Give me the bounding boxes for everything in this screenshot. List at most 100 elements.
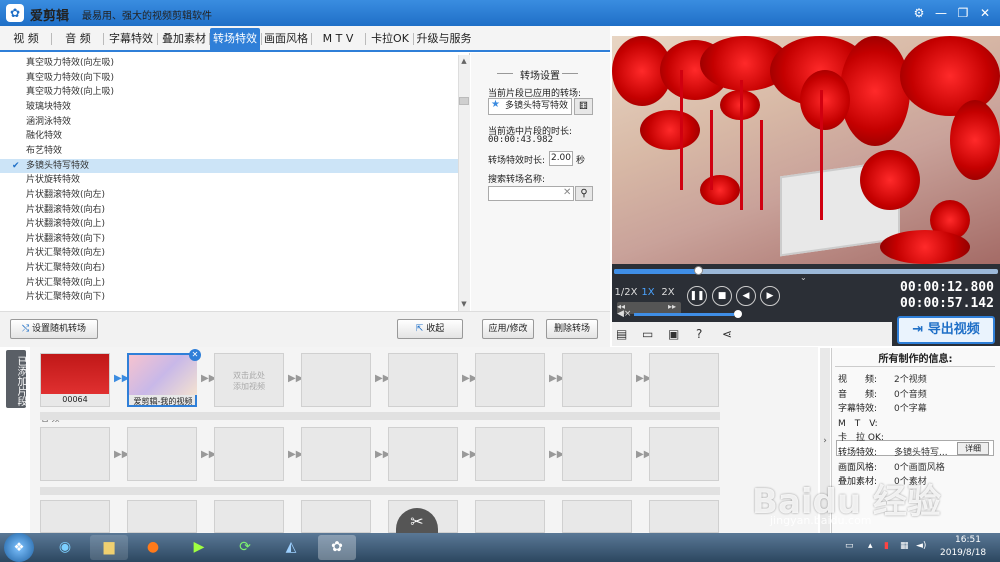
timeline-clip[interactable] (388, 353, 458, 407)
speed-button[interactable]: 1/2X (614, 285, 638, 301)
random-transition-button[interactable]: ⤭ 设置随机转场 (10, 319, 98, 339)
audio-slot[interactable] (214, 427, 284, 481)
volume-track[interactable] (634, 313, 734, 316)
tab-1[interactable]: 音 频 (54, 28, 102, 50)
timeline-clip[interactable] (649, 353, 719, 407)
clear-icon[interactable]: ✕ (563, 187, 571, 198)
file-explorer-icon[interactable]: ▆ (90, 535, 128, 560)
restore-icon[interactable]: ❐ (952, 4, 974, 22)
media-app-icon[interactable]: ▶ (180, 535, 218, 560)
tray-up-icon[interactable]: ▴ (868, 541, 873, 551)
list-item[interactable]: 真空吸力特效(向左吸) (0, 56, 458, 71)
search-icon[interactable]: ⚲ (575, 186, 593, 201)
window-app-icon[interactable]: ◭ (272, 535, 310, 560)
list-item[interactable]: 片状汇聚特效(向上) (0, 276, 458, 291)
extra-slot[interactable] (562, 500, 632, 533)
volume-knob[interactable] (734, 310, 742, 318)
tab-7[interactable]: 卡拉OK (368, 28, 412, 50)
close-icon[interactable]: ✕ (974, 4, 996, 22)
extra-slot[interactable] (214, 500, 284, 533)
keyboard-icon[interactable]: ▭ (845, 541, 854, 551)
timeline-clip[interactable] (475, 353, 545, 407)
save-icon[interactable]: ▣ (668, 327, 679, 341)
timeline-clip[interactable] (562, 353, 632, 407)
detail-button[interactable]: 详细 (957, 442, 989, 455)
dice-icon[interactable]: ⚅ (574, 98, 593, 115)
audio-slot[interactable] (649, 427, 719, 481)
clock-date[interactable]: 2019/8/18 (940, 548, 986, 558)
audio-slot[interactable] (40, 427, 110, 481)
list-item[interactable]: 玻璃块特效 (0, 100, 458, 115)
media-player-icon[interactable]: ◉ (46, 535, 84, 560)
extra-slot[interactable] (40, 500, 110, 533)
timeline-clip[interactable]: 00064 (40, 353, 110, 407)
speaker-icon[interactable]: ◄) (916, 541, 926, 551)
extra-slot[interactable] (301, 500, 371, 533)
prev-frame-icon[interactable]: ◀ (736, 286, 756, 306)
search-input[interactable] (488, 186, 574, 201)
audio-slot[interactable] (475, 427, 545, 481)
audio-slot[interactable] (388, 427, 458, 481)
tray-app-icon[interactable]: ▮ (884, 541, 889, 551)
expand-chevron-icon[interactable]: ⌄ (800, 273, 807, 282)
list-item[interactable]: 布艺特效 (0, 144, 458, 159)
extra-slot[interactable] (649, 500, 719, 533)
speed-button[interactable]: 1X (638, 285, 658, 301)
help-icon[interactable]: ? (696, 327, 702, 341)
aijianji-taskbar-icon[interactable]: ✿ (318, 535, 356, 560)
volume-icon[interactable]: ◀× (617, 309, 631, 319)
minimize-icon[interactable]: — (930, 4, 952, 22)
stop-icon[interactable]: ■ (712, 286, 732, 306)
list-item[interactable]: 片状翻滚特效(向上) (0, 217, 458, 232)
tab-4[interactable]: 转场特效 (210, 28, 260, 50)
list-scrollbar[interactable] (458, 55, 470, 311)
remove-clip-icon[interactable]: ✕ (189, 349, 201, 361)
tab-0[interactable]: 视 频 (2, 28, 50, 50)
tab-6[interactable]: M T V (312, 28, 364, 50)
update-icon[interactable]: ⟳ (226, 535, 264, 560)
apply-button[interactable]: 应用/修改 (482, 319, 534, 339)
pause-icon[interactable]: ❚❚ (687, 286, 707, 306)
list-item[interactable]: 真空吸力特效(向下吸) (0, 71, 458, 86)
list-item[interactable]: 涵洞泳特效 (0, 115, 458, 130)
firefox-icon[interactable]: ● (134, 535, 172, 560)
list-item[interactable]: 片状翻滚特效(向右) (0, 203, 458, 218)
list-item[interactable]: 融化特效 (0, 129, 458, 144)
scroll-up-icon[interactable]: ▲ (458, 55, 470, 67)
forward-icon[interactable]: ▸▸ (668, 302, 676, 311)
list-item[interactable]: 片状汇聚特效(向右) (0, 261, 458, 276)
network-icon[interactable]: ▦ (900, 541, 909, 551)
scrollbar-thumb[interactable] (459, 97, 469, 105)
list-item[interactable]: 真空吸力特效(向上吸) (0, 85, 458, 100)
list-item[interactable]: 片状汇聚特效(向下) (0, 290, 458, 305)
new-icon[interactable]: ▤ (616, 327, 627, 341)
tab-3[interactable]: 叠加素材 (160, 28, 208, 50)
delete-transition-button[interactable]: 删除转场 (546, 319, 598, 339)
speed-button[interactable]: 2X (658, 285, 678, 301)
audio-slot[interactable] (301, 427, 371, 481)
clock-time[interactable]: 16:51 (955, 535, 981, 545)
list-item[interactable]: 片状翻滚特效(向下) (0, 232, 458, 247)
timeline-clip[interactable]: ✕ 爱剪辑-我的视频 (127, 349, 201, 407)
list-item[interactable]: 片状翻滚特效(向左) (0, 188, 458, 203)
scroll-down-icon[interactable]: ▼ (458, 298, 470, 310)
share-icon[interactable]: ⋖ (722, 327, 732, 341)
timeline-clip[interactable]: 双击此处 添加视频 (214, 353, 284, 407)
audio-slot[interactable] (127, 427, 197, 481)
list-item[interactable]: 片状汇聚特效(向左) (0, 246, 458, 261)
timeline-clip[interactable] (301, 353, 371, 407)
settings-icon[interactable]: ⚙ (908, 4, 930, 22)
audio-slot[interactable] (562, 427, 632, 481)
tab-5[interactable]: 画面风格 (262, 28, 310, 50)
list-item[interactable]: 片状旋转特效 (0, 173, 458, 188)
list-item[interactable]: 多镜头特写特效 ✔ (0, 158, 458, 174)
extra-slot[interactable] (475, 500, 545, 533)
tab-8[interactable]: 升级与服务 (416, 28, 472, 50)
start-icon[interactable]: ❖ (4, 533, 34, 562)
collapse-button[interactable]: ⇱ 收起 (397, 319, 463, 339)
effect-duration-input[interactable]: 2.00 (549, 151, 573, 166)
tab-2[interactable]: 字幕特效 (106, 28, 156, 50)
extra-slot[interactable] (127, 500, 197, 533)
export-video-button[interactable]: ⇥ 导出视频 (897, 316, 995, 344)
open-folder-icon[interactable]: ▭ (642, 327, 653, 341)
